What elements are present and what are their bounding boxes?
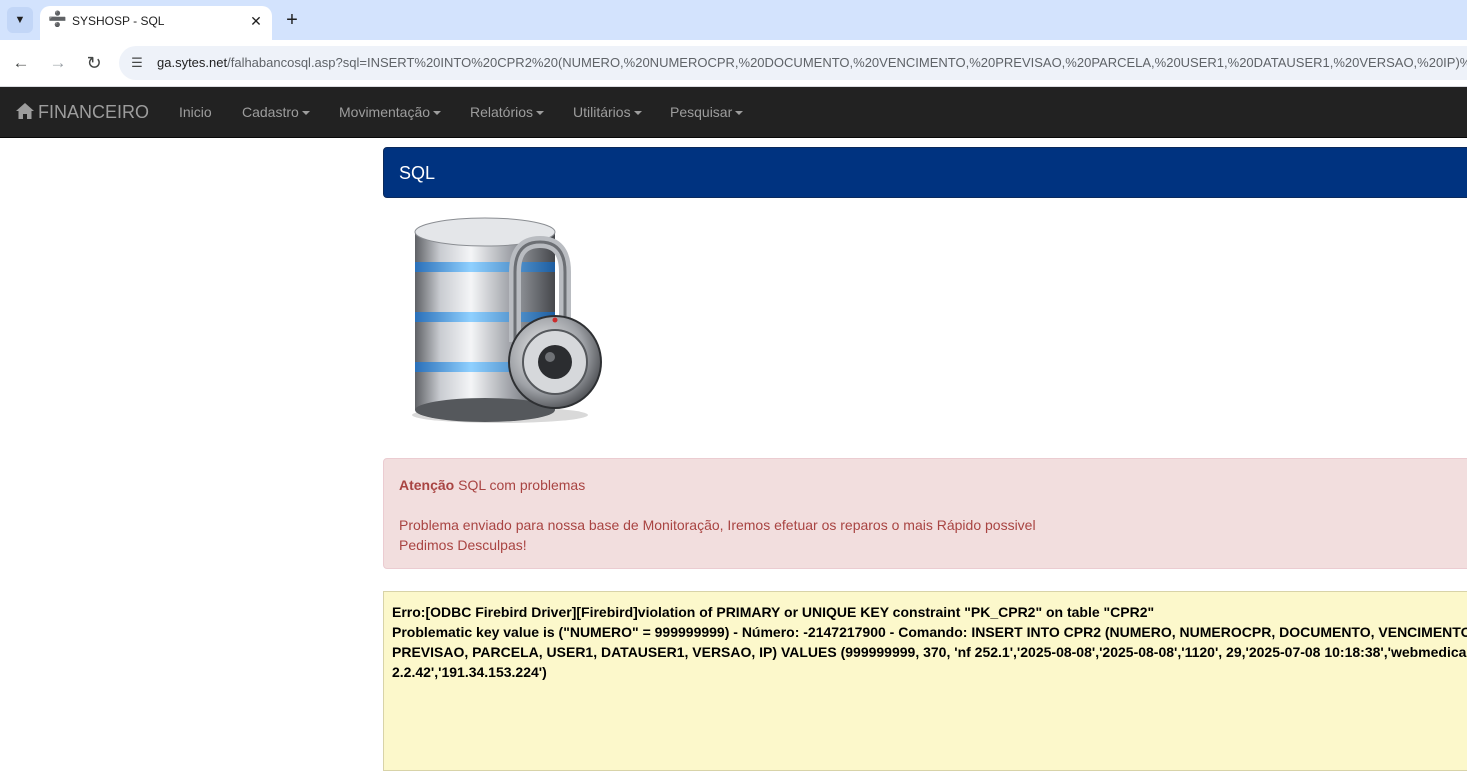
nav-inicio-label: Inicio [179,104,212,120]
nav-relatorios[interactable]: Relatórios [470,104,545,120]
nav-cadastro[interactable]: Cadastro [242,104,310,120]
panel-title: SQL [399,163,436,183]
alert-danger: Atenção SQL com problemas Problema envia… [383,458,1467,569]
browser-toolbar: ← → ↻ ☰ ga.sytes.net/falhabancosql.asp?s… [0,40,1467,87]
reload-icon[interactable]: ↻ [81,50,107,76]
address-bar[interactable]: ☰ ga.sytes.net/falhabancosql.asp?sql=INS… [119,46,1467,80]
nav-pesquisar-label: Pesquisar [670,104,733,120]
alert-apology: Pedimos Desculpas! [399,537,527,553]
brand-link[interactable]: FINANCEIRO [15,101,149,123]
nav-movimentacao-label: Movimentação [339,104,431,120]
tab-title: SYSHOSP - SQL [72,14,165,28]
nav-utilitarios-label: Utilitários [573,104,631,120]
nav-movimentacao[interactable]: Movimentação [339,104,442,120]
url-path: /falhabancosql.asp?sql=INSERT%20INTO%20C… [227,55,1467,70]
url-text[interactable]: ga.sytes.net/falhabancosql.asp?sql=INSER… [157,55,1467,70]
error-details-text: Erro:[ODBC Firebird Driver][Firebird]vio… [392,602,1467,682]
nav-relatorios-label: Relatórios [470,104,534,120]
url-host: ga.sytes.net [157,55,228,70]
syringe-icon: ➗ [48,11,67,28]
caret-down-icon [633,111,642,116]
nav-inicio[interactable]: Inicio [179,104,212,120]
alert-message: Problema enviado para nossa base de Moni… [399,517,1036,533]
caret-down-icon [301,111,310,116]
browser-tab[interactable]: ➗ SYSHOSP - SQL ✕ [40,6,272,40]
browser-tabstrip: ▼ ➗ SYSHOSP - SQL ✕ + [0,0,1467,40]
error-line: PREVISAO, PARCELA, USER1, DATAUSER1, VER… [392,644,1467,660]
tune-icon[interactable]: ☰ [128,54,146,72]
arrow-left-icon[interactable]: ← [8,50,34,76]
chevron-down-icon[interactable]: ▼ [7,7,33,33]
caret-down-icon [536,111,545,116]
app-navbar: FINANCEIRO Inicio Cadastro Movimentação … [0,87,1467,138]
brand-label: FINANCEIRO [38,102,150,122]
alert-heading-line: Atenção SQL com problemas [399,477,585,493]
error-details-box: Erro:[ODBC Firebird Driver][Firebird]vio… [383,591,1467,771]
database-lock-icon [412,217,602,423]
panel-heading: SQL [383,147,1467,198]
nav-utilitarios[interactable]: Utilitários [573,104,642,120]
caret-down-icon [735,111,744,116]
nav-pesquisar[interactable]: Pesquisar [670,104,744,120]
error-line: 2.2.42','191.34.153.224') [392,664,547,680]
alert-heading-rest: SQL com problemas [454,477,586,493]
caret-down-icon [433,111,442,116]
close-icon[interactable]: ✕ [245,10,267,32]
error-line: Problematic key value is ("NUMERO" = 999… [392,624,1467,640]
nav-cadastro-label: Cadastro [242,104,299,120]
plus-icon[interactable]: + [280,8,304,32]
error-line: Erro:[ODBC Firebird Driver][Firebird]vio… [392,604,1155,620]
home-icon [16,103,34,119]
alert-strong: Atenção [399,477,455,493]
arrow-right-icon[interactable]: → [45,50,71,76]
